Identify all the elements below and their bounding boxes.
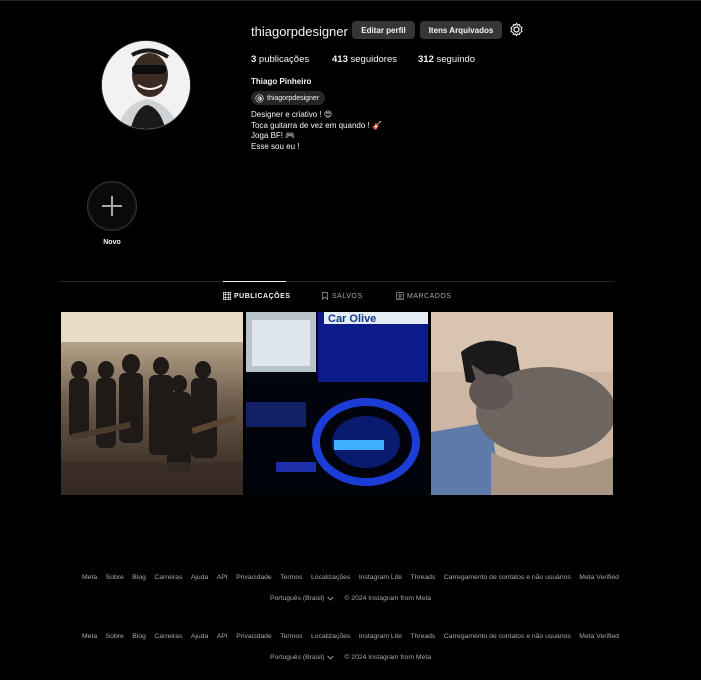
footer-link[interactable]: Meta (82, 574, 97, 581)
chevron-down-icon (327, 655, 335, 660)
tab-saved[interactable]: SALVOS (321, 292, 363, 300)
grid-icon (223, 292, 231, 300)
settings-gear-icon[interactable] (509, 22, 524, 37)
copyright: © 2024 Instagram from Meta (344, 654, 431, 661)
language-selector[interactable]: Português (Brasil) (269, 654, 335, 661)
footer-link[interactable]: Meta (82, 633, 97, 640)
profile-full-name: Thiago Pinheiro (251, 77, 312, 86)
footer-link[interactable]: Meta Verified (579, 574, 619, 581)
threads-handle: thiagorpdesigner (267, 94, 320, 102)
footer-links: Meta Sobre Blog Carreiras Ajuda API Priv… (0, 633, 701, 640)
bookmark-icon (321, 292, 329, 300)
plus-icon (102, 196, 122, 216)
footer-link[interactable]: Blog (132, 574, 146, 581)
footer-link[interactable]: Carregamento de contatos e não usuários (444, 574, 571, 581)
footer-link[interactable]: Threads (410, 574, 435, 581)
footer-link[interactable]: Privacidade (236, 633, 272, 640)
language-selector[interactable]: Português (Brasil) (269, 595, 335, 602)
tab-tagged-label: MARCADOS (407, 292, 452, 300)
language-label: Português (Brasil) (269, 595, 325, 602)
footer-link[interactable]: Carreiras (154, 633, 182, 640)
footer-link[interactable]: Termos (280, 574, 302, 581)
footer-bottom: Português (Brasil) © 2024 Instagram from… (0, 595, 701, 602)
footer-link[interactable]: API (217, 633, 228, 640)
svg-text:Car Olive: Car Olive (328, 313, 376, 325)
bio-line: Designer e criativo ! 😍 (251, 110, 333, 119)
footer-link[interactable]: Instagram Lite (359, 633, 402, 640)
threads-icon (255, 93, 264, 103)
language-label: Português (Brasil) (269, 654, 325, 661)
bio-line: Joga BF! 🎮 (251, 131, 296, 140)
footer-link[interactable]: Carregamento de contatos e não usuários (444, 633, 571, 640)
tabs-divider (59, 281, 614, 282)
bio-line: Esse sou eu ! (251, 141, 300, 151)
footer-link[interactable]: Sobre (106, 633, 124, 640)
footer-link[interactable]: Meta Verified (579, 633, 619, 640)
footer-bottom: Português (Brasil) © 2024 Instagram from… (0, 654, 701, 661)
footer-link[interactable]: Sobre (106, 574, 124, 581)
new-highlight-label: Novo (103, 239, 121, 246)
threads-link[interactable]: thiagorpdesigner (251, 91, 326, 105)
footer-links: Meta Sobre Blog Carreiras Ajuda API Priv… (0, 574, 701, 581)
chevron-down-icon (327, 596, 335, 601)
footer-link[interactable]: Localizações (311, 574, 350, 581)
footer-link[interactable]: Privacidade (236, 574, 272, 581)
followers-count[interactable]: 413 seguidores (332, 54, 397, 65)
top-border (0, 0, 701, 1)
footer-link[interactable]: Carreiras (154, 574, 182, 581)
posts-count: 3 publicações (251, 54, 310, 65)
profile-username: thiagorpdesigner (251, 24, 348, 39)
following-count[interactable]: 312 seguindo (418, 54, 475, 65)
footer-link[interactable]: Instagram Lite (359, 574, 402, 581)
post-thumbnail-dog[interactable] (431, 312, 613, 495)
tab-posts-label: PUBLICAÇÕES (234, 292, 291, 300)
profile-bio: Designer e criativo ! 😍 Toca guitarra de… (251, 110, 382, 152)
tab-saved-label: SALVOS (332, 292, 363, 300)
edit-profile-button[interactable]: Editar perfil (352, 21, 415, 39)
footer-link[interactable]: Ajuda (191, 633, 208, 640)
tab-posts[interactable]: PUBLICAÇÕES (223, 292, 290, 300)
footer-link[interactable]: Termos (280, 633, 302, 640)
footer-link[interactable]: Blog (132, 633, 146, 640)
footer-link[interactable]: Threads (410, 633, 435, 640)
bio-line: Toca guitarra de vez em quando ! 🎸 (251, 120, 382, 130)
footer-link[interactable]: Localizações (311, 633, 350, 640)
post-thumbnail-band[interactable] (61, 312, 243, 495)
footer-link[interactable]: Ajuda (191, 574, 208, 581)
footer-link[interactable]: API (217, 574, 228, 581)
tag-person-icon (396, 292, 404, 300)
new-highlight-button[interactable] (87, 181, 137, 231)
profile-avatar[interactable] (101, 40, 191, 130)
archived-items-button[interactable]: Itens Arquivados (420, 21, 502, 39)
copyright: © 2024 Instagram from Meta (344, 595, 431, 602)
post-thumbnail-desk[interactable]: Car Olive (246, 312, 428, 495)
active-tab-indicator (223, 281, 286, 282)
tab-tagged[interactable]: MARCADOS (396, 292, 451, 300)
